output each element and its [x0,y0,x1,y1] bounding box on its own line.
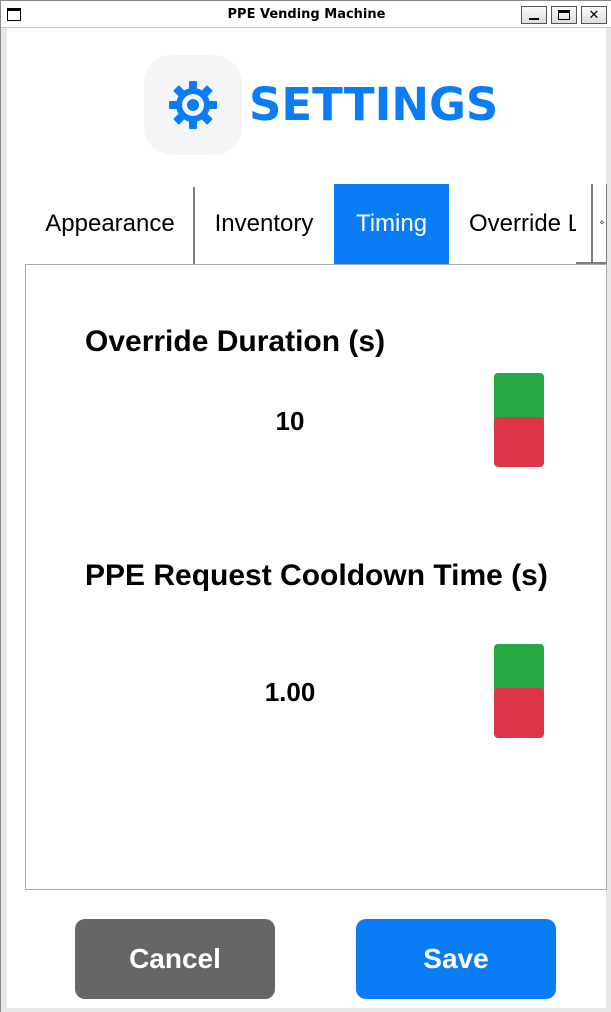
override-duration-label: Override Duration (s) [85,325,386,358]
tab-scroll-control[interactable]: ‹› [591,184,607,264]
override-duration-stepper [494,373,544,467]
cooldown-time-stepper [494,644,544,738]
cancel-button[interactable]: Cancel [75,919,275,999]
window-title: PPE Vending Machine [227,7,386,22]
override-duration-value[interactable]: 10 [190,406,390,437]
gear-icon [169,81,217,129]
app-window: PPE Vending Machine ✕ SETTINGS Appearanc… [0,0,611,1012]
settings-header-icon-tile [144,55,242,155]
tab-inventory[interactable]: Inventory [195,184,333,264]
close-icon: ✕ [588,7,600,23]
minimize-icon [529,18,539,20]
cooldown-time-label: PPE Request Cooldown Time (s) [85,559,548,592]
decrease-button[interactable] [494,417,544,467]
title-bar[interactable]: PPE Vending Machine ✕ [1,1,611,28]
maximize-button[interactable] [551,6,577,24]
page-title: SETTINGS [249,78,499,131]
increase-button[interactable] [494,644,544,691]
tab-timing[interactable]: Timing [334,184,449,264]
increase-button[interactable] [494,373,544,420]
close-button[interactable]: ✕ [581,6,607,24]
decrease-button[interactable] [494,688,544,738]
scroll-arrows-icon: ‹› [599,218,604,228]
settings-tabs: Appearance Inventory Timing Override L ‹… [26,184,607,264]
tab-override-lockout[interactable]: Override L [450,184,576,264]
save-button[interactable]: Save [356,919,556,999]
cooldown-time-value[interactable]: 1.00 [190,677,390,708]
maximize-icon [558,10,570,20]
minimize-button[interactable] [521,6,547,24]
tab-appearance[interactable]: Appearance [26,184,194,264]
